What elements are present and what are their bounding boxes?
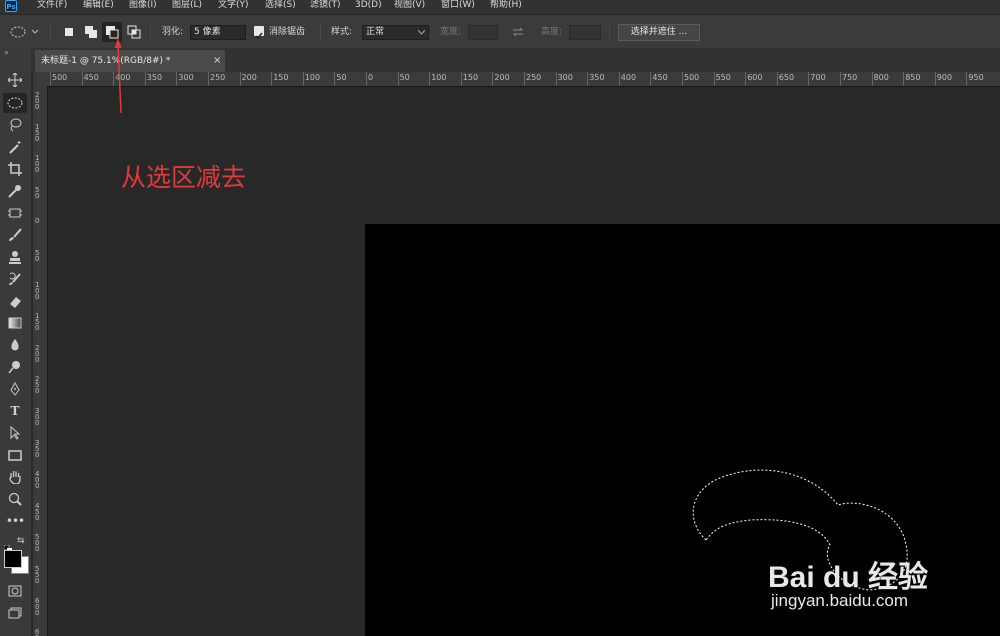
annotation-arrow (114, 38, 122, 114)
baidu-jingyan-watermark: Bai du 经验 (768, 561, 929, 594)
baidu-jingyan-url: jingyan.baidu.com (771, 591, 909, 610)
annotation-label: 从选区减去 (121, 163, 247, 192)
